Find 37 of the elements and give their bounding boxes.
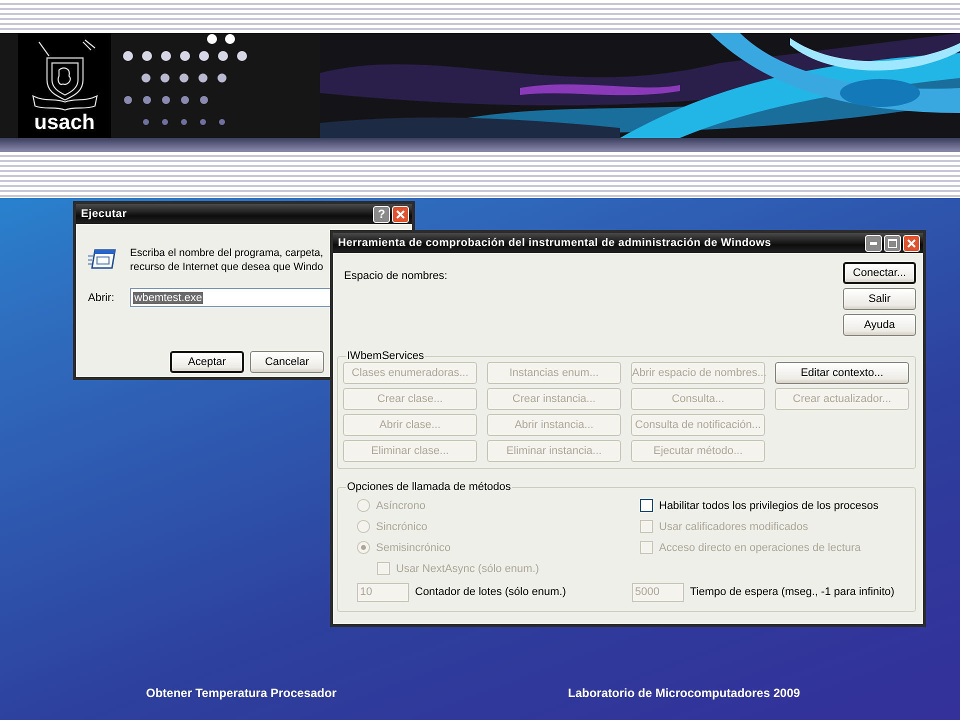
- footer-course: Laboratorio de Microcomputadores 2009: [568, 686, 800, 700]
- checkbox-label: Habilitar todos los privilegios de los procesos: [659, 500, 878, 512]
- checkbox-label: Usar calificadores modificados: [659, 520, 808, 532]
- field-label: Contador de lotes (sólo enum.): [415, 586, 566, 598]
- radio-label: Asíncrono: [376, 500, 426, 512]
- minimize-button[interactable]: [865, 234, 882, 252]
- field-label: Tiempo de espera (mseg., -1 para infinito): [690, 586, 894, 598]
- dialog-button[interactable]: Ayuda: [843, 314, 916, 336]
- close-icon: [907, 238, 916, 248]
- cancel-button[interactable]: Cancelar: [250, 351, 324, 373]
- minimize-icon: [870, 242, 877, 244]
- close-button[interactable]: [903, 234, 920, 252]
- ok-button[interactable]: Aceptar: [170, 351, 244, 373]
- window-title: Herramienta de comprobación del instrumental de administración de Windows: [338, 237, 772, 249]
- radio-label: Semisincrónico: [376, 542, 451, 554]
- dialog-button[interactable]: Conectar...: [843, 262, 916, 284]
- window-title: Ejecutar: [81, 208, 128, 220]
- maximize-icon: [888, 238, 897, 248]
- footer-title: Obtener Temperatura Procesador: [146, 686, 337, 700]
- open-label: Abrir:: [88, 292, 114, 304]
- radio-label: Sincrónico: [376, 520, 428, 532]
- checkbox-label: Acceso directo en operaciones de lectura: [659, 542, 861, 554]
- checkbox[interactable]: [640, 499, 653, 512]
- dialog-button[interactable]: Salir: [843, 288, 916, 310]
- run-icon: [88, 248, 116, 270]
- group-label: Opciones de llamada de métodos: [346, 481, 512, 493]
- close-button[interactable]: [392, 206, 409, 222]
- instruction-text: Escriba el nombre del programa, carpeta,: [130, 246, 324, 260]
- logo-text: usach: [34, 112, 95, 134]
- group-label: IWbemServices: [346, 350, 426, 362]
- maximize-button[interactable]: [884, 234, 901, 252]
- namespace-label: Espacio de nombres:: [344, 270, 448, 284]
- help-button[interactable]: ?: [373, 206, 390, 222]
- checkbox-label: Usar NextAsync (sólo enum.): [396, 562, 540, 574]
- close-icon: [396, 210, 405, 218]
- instruction-text: recurso de Internet que desea que Windo: [130, 260, 324, 274]
- service-button[interactable]: Editar contexto...: [775, 362, 909, 384]
